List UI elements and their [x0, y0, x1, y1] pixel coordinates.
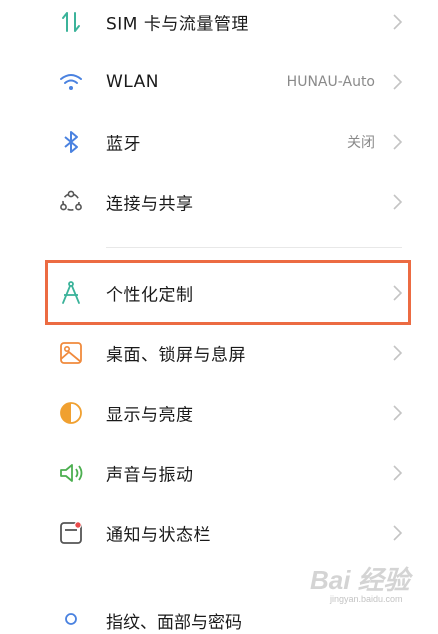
chevron-right-icon — [390, 192, 404, 212]
connection-share-icon — [58, 189, 84, 215]
bluetooth-label: 蓝牙 — [106, 134, 141, 155]
fingerprint-icon — [58, 610, 84, 630]
fingerprint-face-password-label: 指纹、面部与密码 — [106, 613, 242, 633]
wallpaper-row[interactable]: 桌面、锁屏与息屏 — [0, 323, 438, 383]
display-brightness-label: 显示与亮度 — [106, 405, 194, 426]
notification-statusbar-label: 通知与状态栏 — [106, 525, 211, 546]
sound-vibration-icon — [58, 460, 84, 486]
connection-share-label: 连接与共享 — [106, 194, 194, 215]
sound-vibration-row[interactable]: 声音与振动 — [0, 443, 438, 503]
notification-statusbar-icon — [58, 520, 84, 546]
bluetooth-icon — [58, 129, 84, 155]
bluetooth-row[interactable]: 蓝牙 关闭 — [0, 112, 438, 172]
notification-statusbar-row[interactable]: 通知与状态栏 — [0, 503, 438, 563]
sim-data-icon — [58, 9, 84, 35]
wlan-row[interactable]: WLAN HUNAU-Auto — [0, 52, 438, 112]
sim-data-label: SIM 卡与流量管理 — [106, 14, 249, 35]
baidu-jingyan-watermark: Bai 经验 jingyan.baidu.com — [310, 560, 430, 610]
chevron-right-icon — [390, 12, 404, 32]
chevron-right-icon — [390, 72, 404, 92]
highlight-box — [45, 260, 411, 325]
connection-share-row[interactable]: 连接与共享 — [0, 172, 438, 232]
sim-data-row[interactable]: SIM 卡与流量管理 — [0, 0, 438, 52]
watermark-logo: Bai 经验 — [310, 565, 410, 595]
wallpaper-label: 桌面、锁屏与息屏 — [106, 345, 246, 366]
chevron-right-icon — [390, 132, 404, 152]
display-brightness-icon — [58, 400, 84, 426]
sound-vibration-label: 声音与振动 — [106, 465, 194, 486]
chevron-right-icon — [390, 523, 404, 543]
wlan-label: WLAN — [106, 72, 160, 92]
watermark-url: jingyan.baidu.com — [330, 594, 403, 604]
chevron-right-icon — [390, 463, 404, 483]
chevron-right-icon — [390, 343, 404, 363]
bluetooth-value: 关闭 — [347, 135, 375, 151]
display-brightness-row[interactable]: 显示与亮度 — [0, 383, 438, 443]
chevron-right-icon — [390, 403, 404, 423]
section-divider — [106, 247, 402, 248]
wlan-value: HUNAU-Auto — [286, 74, 375, 90]
wallpaper-icon — [58, 340, 84, 366]
wifi-icon — [58, 69, 84, 95]
